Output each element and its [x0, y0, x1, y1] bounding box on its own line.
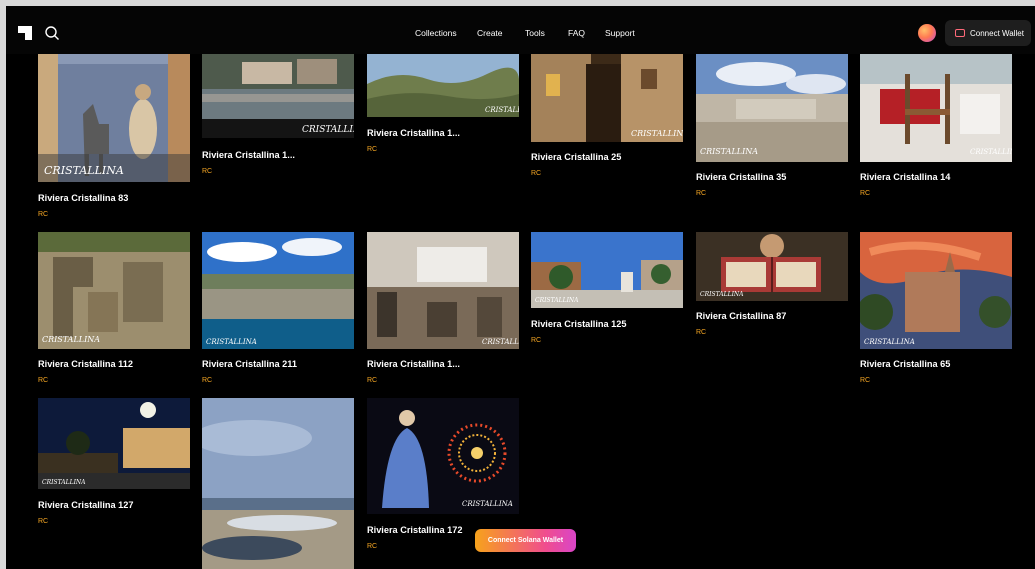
- nft-title: Riviera Cristallina 14: [860, 172, 951, 182]
- watermark-text: CRISTALLINA: [631, 129, 683, 138]
- nft-collection-badge: RC: [696, 329, 707, 336]
- wallet-icon: [955, 29, 965, 37]
- nft-image: CRISTALLINA: [860, 232, 1012, 349]
- watermark-text: CRISTALLINA: [970, 148, 1012, 156]
- nft-title: Riviera Cristallina 112: [38, 359, 133, 369]
- nft-card[interactable]: CRISTALLINA Riviera Cristallina 1... RC: [367, 54, 519, 184]
- nft-card[interactable]: [202, 398, 354, 569]
- main-menu: Collections Create Tools FAQ Support: [6, 6, 1035, 54]
- nft-image: CRISTALLINA: [696, 54, 848, 162]
- nft-collection-badge: RC: [531, 337, 542, 344]
- nft-collection-badge: RC: [367, 377, 378, 384]
- nft-collection-badge: RC: [367, 146, 378, 153]
- nft-image: CRISTALLINA: [38, 232, 190, 349]
- nft-title: Riviera Cristallina 65: [860, 359, 951, 369]
- nft-title: Riviera Cristallina 1...: [202, 150, 295, 160]
- nav-tools[interactable]: Tools: [525, 28, 545, 38]
- avatar[interactable]: [918, 24, 936, 42]
- nft-title: Riviera Cristallina 87: [696, 311, 787, 321]
- nft-card[interactable]: CRISTALLINA Riviera Cristallina 112 RC: [38, 232, 190, 387]
- nft-title: Riviera Cristallina 1...: [367, 359, 460, 369]
- nft-collection-badge: RC: [38, 377, 49, 384]
- nft-collection-badge: RC: [860, 190, 871, 197]
- connect-wallet-label: Connect Wallet: [970, 28, 1024, 38]
- nft-card[interactable]: CRISTALLINA Riviera Cristallina 14 RC: [860, 54, 1012, 214]
- connect-wallet-button[interactable]: Connect Wallet: [945, 20, 1031, 46]
- nft-title: Riviera Cristallina 211: [202, 359, 297, 369]
- nft-image: CRISTALLINA: [531, 54, 683, 142]
- watermark-text: CRISTALLINA: [485, 106, 519, 114]
- nft-collection-badge: RC: [202, 377, 213, 384]
- watermark-text: CRISTALLINA: [42, 479, 86, 486]
- nft-title: Riviera Cristallina 1...: [367, 128, 460, 138]
- watermark-text: CRISTALLINA: [535, 297, 579, 304]
- nav-faq[interactable]: FAQ: [568, 28, 585, 38]
- nft-card[interactable]: CRISTALLINA Riviera Cristallina 65 RC: [860, 232, 1012, 387]
- nft-collection-badge: RC: [38, 518, 49, 525]
- watermark-text: CRISTALLINA: [700, 147, 758, 156]
- nft-title: Riviera Cristallina 35: [696, 172, 787, 182]
- nft-title: Riviera Cristallina 25: [531, 152, 622, 162]
- nft-image: CRISTALLINA: [202, 54, 354, 138]
- nft-image: CRISTALLINA: [202, 232, 354, 349]
- nft-card[interactable]: CRISTALLINA Riviera Cristallina 25 RC: [531, 54, 683, 194]
- watermark-text: CRISTALLINA: [44, 164, 124, 177]
- nav-create[interactable]: Create: [477, 28, 503, 38]
- nft-image: [202, 398, 354, 569]
- nft-image: CRISTALLINA: [367, 232, 519, 349]
- nft-card[interactable]: CRISTALLINA Riviera Cristallina 125 RC: [531, 232, 683, 352]
- nft-collection-badge: RC: [202, 168, 213, 175]
- nft-image: CRISTALLINA: [696, 232, 848, 301]
- nft-collection-badge: RC: [531, 170, 542, 177]
- nft-card[interactable]: CRISTALLINA Riviera Cristallina 211 RC: [202, 232, 354, 387]
- nft-card[interactable]: CRISTALLINA Riviera Cristallina 1... RC: [202, 54, 354, 194]
- nft-collection-badge: RC: [860, 377, 871, 384]
- nft-card[interactable]: CRISTALLINA Riviera Cristallina 35 RC: [696, 54, 848, 214]
- nft-title: Riviera Cristallina 127: [38, 500, 134, 510]
- watermark-text: CRISTALLINA: [482, 338, 519, 346]
- nft-image: CRISTALLINA: [38, 398, 190, 489]
- nft-title: Riviera Cristallina 83: [38, 193, 129, 203]
- nft-collection-badge: RC: [696, 190, 707, 197]
- watermark-text: CRISTALLINA: [302, 125, 354, 135]
- nft-image: CRISTALLINA: [367, 398, 519, 514]
- nft-image: CRISTALLINA: [38, 54, 190, 182]
- nft-title: Riviera Cristallina 172: [367, 525, 463, 535]
- watermark-text: CRISTALLINA: [206, 338, 257, 346]
- nft-card[interactable]: CRISTALLINA Riviera Cristallina 87 RC: [696, 232, 848, 347]
- nav-support[interactable]: Support: [605, 28, 635, 38]
- nft-image: CRISTALLINA: [860, 54, 1012, 162]
- watermark-text: CRISTALLINA: [700, 291, 744, 298]
- app-window: Collections Create Tools FAQ Support Con…: [6, 6, 1035, 569]
- nav-collections[interactable]: Collections: [415, 28, 457, 38]
- watermark-text: CRISTALLINA: [462, 500, 513, 508]
- nft-collection-badge: RC: [38, 211, 49, 218]
- watermark-text: CRISTALLINA: [864, 338, 915, 346]
- nft-card[interactable]: CRISTALLINA Riviera Cristallina 1... RC: [367, 232, 519, 387]
- connect-solana-wallet-button[interactable]: Connect Solana Wallet: [475, 529, 576, 552]
- nft-card[interactable]: CRISTALLINA Riviera Cristallina 83 RC: [38, 54, 190, 234]
- nft-title: Riviera Cristallina 125: [531, 319, 627, 329]
- nft-image: CRISTALLINA: [367, 54, 519, 117]
- nft-collection-badge: RC: [367, 543, 378, 550]
- top-navbar: Collections Create Tools FAQ Support Con…: [6, 6, 1035, 54]
- nft-card[interactable]: CRISTALLINA Riviera Cristallina 127 RC: [38, 398, 190, 533]
- nft-image: CRISTALLINA: [531, 232, 683, 308]
- watermark-text: CRISTALLINA: [42, 335, 100, 344]
